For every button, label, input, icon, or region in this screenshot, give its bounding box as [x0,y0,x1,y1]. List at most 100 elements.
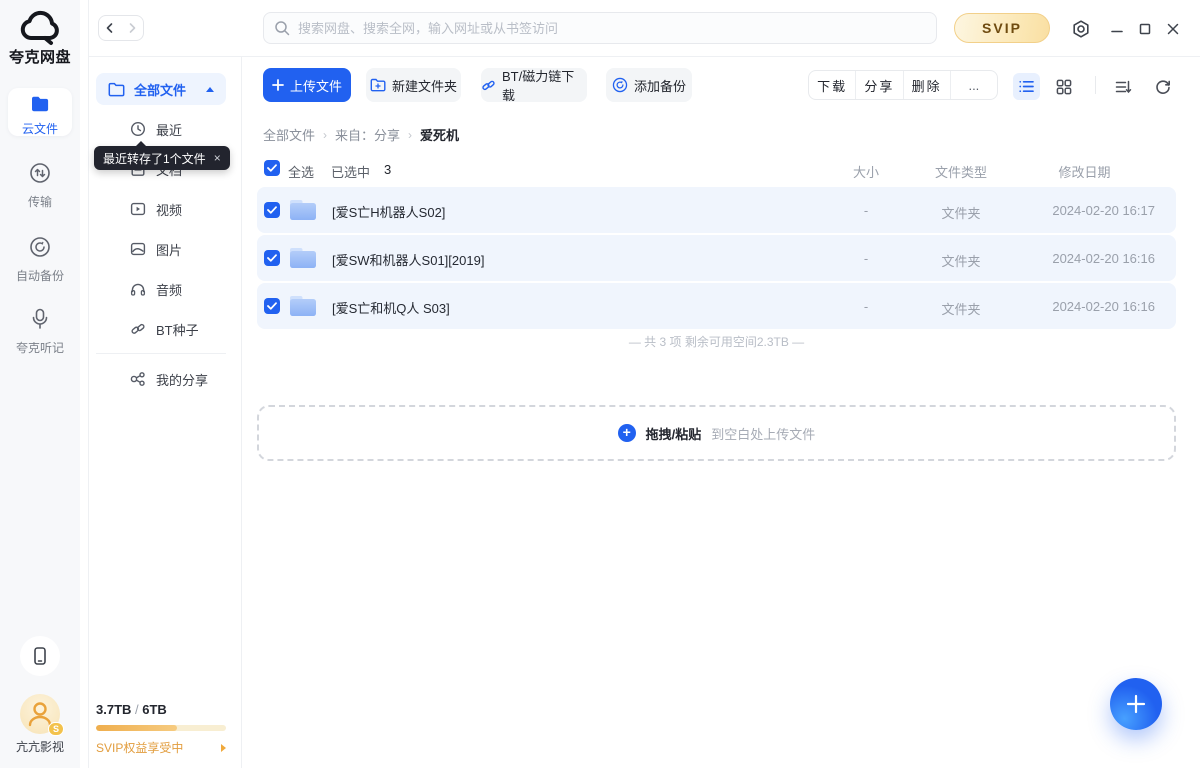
file-row[interactable]: [爱S亡H机器人S02] - 文件夹 2024-02-20 16:17 [257,187,1176,233]
column-header-type[interactable]: 文件类型 [931,162,991,181]
upload-file-button[interactable]: 上传文件 [263,68,351,102]
list-view-button[interactable] [1013,73,1040,100]
arrow-right-icon [221,744,226,752]
file-type: 文件夹 [931,299,991,318]
storage-used: 3.7TB [96,702,131,717]
svip-benefits-link[interactable]: SVIP权益享受中 [96,739,226,756]
selected-count: 3 [384,162,391,177]
plus-circle-icon: + [618,424,636,442]
sidebar-item-bt-seeds[interactable]: BT种子 [96,315,226,343]
sidebar-item-label: 图片 [156,240,182,259]
sidebar-item-audio[interactable]: 音频 [96,275,226,303]
fab-add-button[interactable] [1110,678,1162,730]
auto-backup-icon [29,236,51,258]
folder-icon [289,246,317,270]
sidebar-item-all-files[interactable]: 全部文件 [96,73,226,105]
rail-item-transfer[interactable]: 传输 [8,162,72,210]
close-button[interactable] [1160,16,1186,42]
sidebar-item-videos[interactable]: 视频 [96,195,226,223]
sort-button[interactable] [1111,75,1135,99]
maximize-button[interactable] [1132,16,1158,42]
settings-button[interactable] [1068,16,1094,42]
file-name[interactable]: [爱S亡和机Q人 S03] [332,298,450,317]
bt-magnet-download-label: BT/磁力链下载 [502,66,587,104]
search-icon [274,20,290,36]
dropzone-action: 拖拽/粘贴 [646,424,702,443]
search-bar[interactable] [263,12,937,44]
tooltip-close-icon[interactable]: × [214,151,221,165]
list-header: 全选 已选中 3 大小 文件类型 修改日期 [257,158,1176,182]
sidebar-item-images[interactable]: 图片 [96,235,226,263]
sidebar-divider [241,56,242,768]
sidebar-item-label: 视频 [156,200,182,219]
new-folder-button[interactable]: 新建文件夹 [366,68,461,102]
file-modified: 2024-02-20 16:17 [1052,203,1155,218]
column-header-size[interactable]: 大小 [836,162,896,181]
more-actions-button[interactable]: ... [950,71,997,99]
minimize-button[interactable] [1104,16,1130,42]
sidebar-item-my-shares[interactable]: 我的分享 [96,365,226,393]
breadcrumb-item[interactable]: 来自：分享 [335,125,400,144]
file-size: - [836,203,896,218]
column-header-modified[interactable]: 修改日期 [1057,162,1112,181]
breadcrumb: 全部文件 › 来自：分享 › 爱死机 [263,125,459,144]
mobile-app-button[interactable] [20,636,60,676]
grid-view-icon [1056,79,1072,95]
transfer-icon [29,162,51,184]
breadcrumb-item[interactable]: 全部文件 [263,125,315,144]
brand-name: 夸克网盘 [0,46,80,67]
file-type: 文件夹 [931,251,991,270]
file-row[interactable]: [爱S亡和机Q人 S03] - 文件夹 2024-02-20 16:16 [257,283,1176,329]
sidebar-separator [96,353,226,354]
row-checkbox[interactable] [264,250,280,266]
file-type: 文件夹 [931,203,991,222]
file-name[interactable]: [爱SW和机器人S01][2019] [332,250,484,269]
image-icon [130,241,146,257]
share-button[interactable]: 分享 [855,71,902,99]
rail-item-auto-backup[interactable]: 自动备份 [8,236,72,284]
folder-icon [289,294,317,318]
gear-icon [1071,19,1091,39]
upload-dropzone[interactable]: + 拖拽/粘贴 到空白处上传文件 [257,405,1176,461]
storage-total: 6TB [142,702,167,717]
grid-view-button[interactable] [1052,75,1076,99]
add-backup-button[interactable]: 添加备份 [606,68,692,102]
list-view-icon [1019,80,1034,93]
refresh-button[interactable] [1151,75,1175,99]
chevron-right-icon: › [323,128,327,142]
add-backup-label: 添加备份 [634,76,686,95]
delete-button[interactable]: 删除 [903,71,950,99]
user-avatar[interactable]: S [20,694,60,734]
download-button[interactable]: 下载 [809,71,855,99]
file-row[interactable]: [爱SW和机器人S01][2019] - 文件夹 2024-02-20 16:1… [257,235,1176,281]
sort-icon [1115,79,1132,95]
clock-icon [130,121,146,137]
rail-item-cloud-files[interactable]: 云文件 [8,88,72,136]
select-all-label[interactable]: 全选 [288,162,314,181]
list-summary: — 共 3 项 剩余可用空间2.3TB — [257,333,1176,350]
svip-button[interactable]: SVIP [954,13,1050,43]
row-checkbox[interactable] [264,298,280,314]
forward-icon[interactable] [126,22,138,34]
mic-icon [30,308,50,330]
select-all-checkbox[interactable] [264,160,280,176]
bt-magnet-download-button[interactable]: BT/磁力链下载 [481,68,587,102]
audio-icon [130,281,146,297]
bt-link-icon [130,321,146,337]
close-icon [1167,23,1179,35]
search-input[interactable] [298,21,926,36]
sidebar-item-label: 全部文件 [134,80,206,99]
storage-usage: 3.7TB / 6TB [96,702,226,717]
history-nav [98,15,144,41]
file-modified: 2024-02-20 16:16 [1052,251,1155,266]
sidebar-item-recent[interactable]: 最近 [96,115,226,143]
new-folder-icon [370,78,386,92]
storage-progress-bar [96,725,226,731]
rail-item-quark-notes[interactable]: 夸克听记 [8,308,72,356]
sidebar-item-label: BT种子 [156,320,199,339]
back-icon[interactable] [104,22,116,34]
add-backup-icon [612,77,628,93]
row-checkbox[interactable] [264,202,280,218]
file-name[interactable]: [爱S亡H机器人S02] [332,202,445,221]
storage-widget: 3.7TB / 6TB SVIP权益享受中 [96,702,226,756]
